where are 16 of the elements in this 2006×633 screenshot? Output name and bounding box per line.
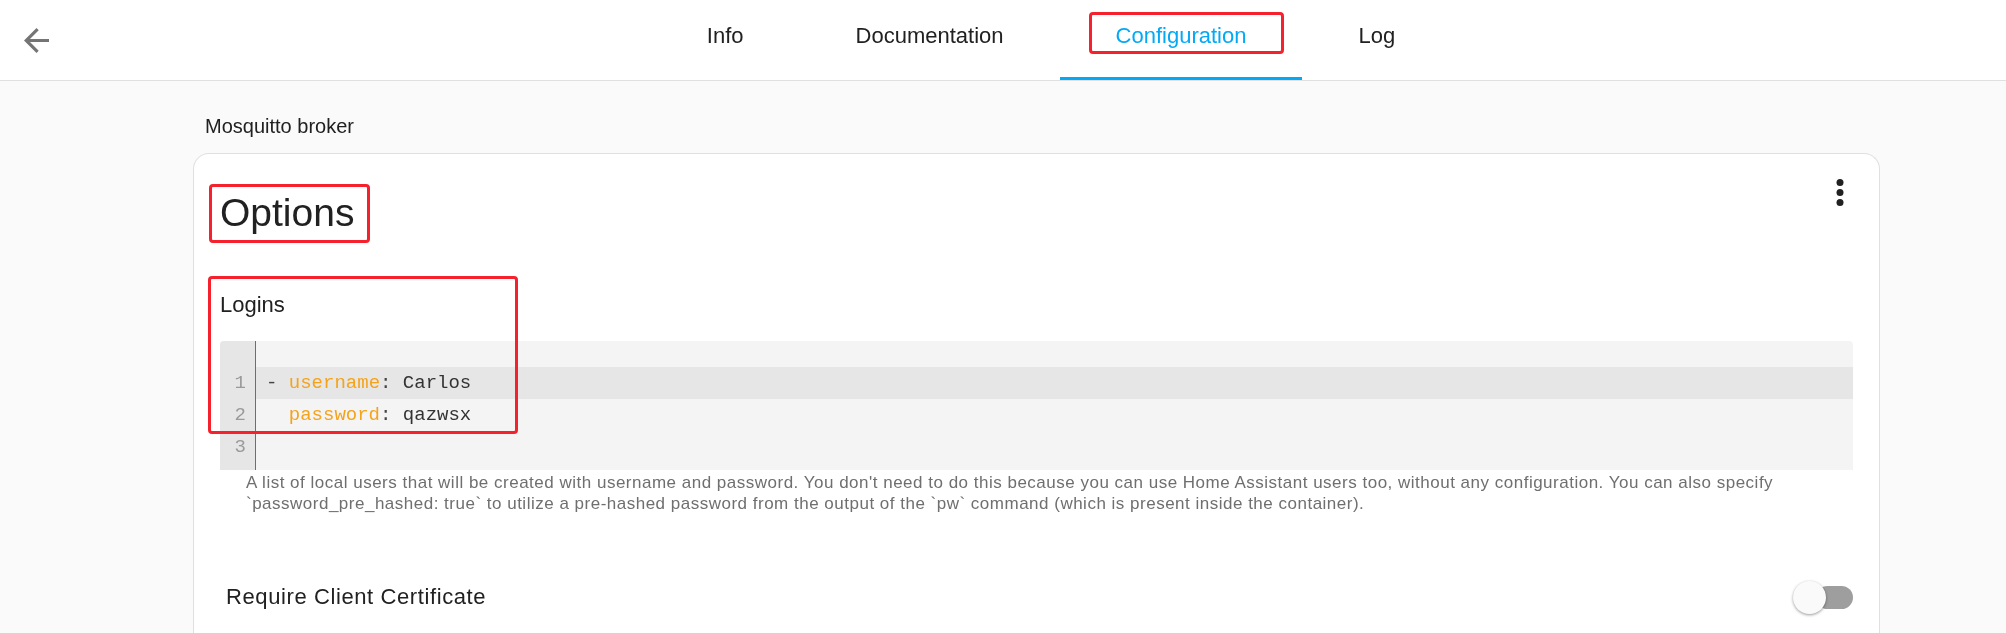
setting-label: Require Client Certificate [226, 584, 487, 610]
line-number: 2 [233, 403, 247, 428]
line-number: 1 [233, 371, 247, 396]
code-editor[interactable]: 1 2 3 - username: Carlos password: qazwsx [220, 341, 1853, 470]
tab[interactable]: Documentation [799, 0, 1060, 80]
tab[interactable]: Log [1302, 0, 1452, 80]
field-label: Logins [220, 292, 285, 318]
back-arrow-icon [23, 27, 49, 53]
card-title: Options [220, 190, 355, 236]
toggle-switch[interactable] [1793, 580, 1853, 614]
line-number: 3 [233, 435, 247, 460]
code-line: password: qazwsx [287, 403, 473, 428]
tab[interactable]: Info [650, 0, 800, 80]
three-dots-icon [1836, 178, 1844, 206]
addon-name: Mosquitto broker [205, 114, 354, 138]
help-text: A list of local users that will be created with username and password. You don't need to do this because you can use Home Assistant users too, without any configuration. You can also specify `password_pre_hashed: true` to utilize a pre-hashed password from the output of the `pw` command (which is present inside the container). [246, 472, 1775, 514]
